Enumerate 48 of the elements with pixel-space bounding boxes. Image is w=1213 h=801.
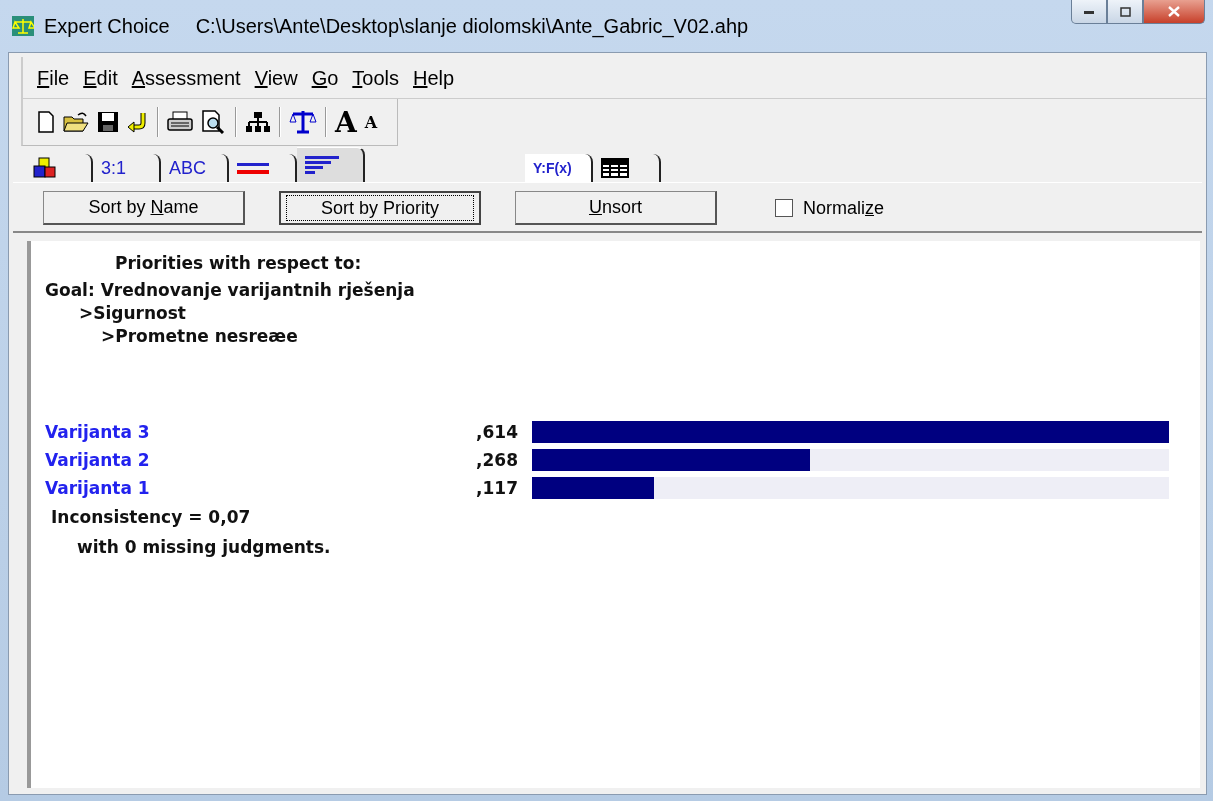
menu-item[interactable]: Go (311, 67, 339, 90)
alternative-name: Varijanta 1 (45, 478, 151, 498)
normalize-checkbox[interactable]: Normalize (775, 197, 885, 219)
menu-item[interactable]: Tools (352, 67, 400, 90)
menu-item[interactable]: File (37, 67, 70, 90)
priority-value: ,268 (475, 450, 518, 470)
view-tab[interactable]: 3:1 (93, 154, 161, 182)
priorities-heading: Priorities with respect to: (114, 253, 363, 273)
alternative-name: Varijanta 2 (45, 450, 151, 470)
alternative-name: Varijanta 3 (45, 422, 151, 442)
inconsistency-text: Inconsistency = 0,07 (50, 506, 252, 529)
printer-icon[interactable] (167, 111, 193, 133)
hierarchy-path-line: Goal: Vrednovanje varijantnih rješenja (45, 279, 416, 302)
minimize-icon (1084, 9, 1094, 14)
menu-item[interactable]: View (254, 67, 298, 90)
maximize-icon (1119, 6, 1131, 17)
view-tab[interactable]: Y:F(x) (525, 154, 593, 182)
hierarchy-path-line: >Sigurnost (78, 302, 187, 325)
scale-icon[interactable] (289, 110, 317, 134)
priority-value: ,614 (475, 422, 518, 442)
menu-item[interactable]: Assessment (131, 67, 241, 90)
blocks-icon (33, 157, 57, 179)
maximize-button[interactable] (1107, 0, 1143, 24)
view-tab[interactable]: ABC (161, 154, 229, 182)
file-path: C:\Users\Ante\Desktop\slanje diolomski\Ante_Gabric_V02.ahp (195, 14, 749, 38)
missing-judgments-text: with 0 missing judgments. (76, 536, 332, 559)
menu-item[interactable]: Help (413, 67, 455, 90)
close-button[interactable] (1143, 0, 1205, 24)
sorted-bars-icon (305, 156, 339, 174)
menu-item[interactable]: Edit (83, 67, 118, 90)
priority-value: ,117 (475, 478, 518, 498)
minimize-button[interactable] (1071, 0, 1107, 24)
close-icon (1168, 6, 1180, 17)
sort-button[interactable]: Sort by Priority (279, 191, 481, 225)
sort-button[interactable]: Unsort (515, 191, 717, 225)
print-preview-icon[interactable] (201, 110, 227, 134)
new-document-icon[interactable] (37, 111, 55, 133)
increase-font-button[interactable]: A (335, 105, 357, 139)
sort-button[interactable]: Sort by Name (43, 191, 245, 225)
hierarchy-icon[interactable] (245, 111, 271, 133)
table-icon (601, 158, 629, 178)
equal-bars-icon (237, 160, 269, 176)
decrease-font-button[interactable]: A (364, 112, 378, 132)
hierarchy-path-line: >Prometne nesreæe (100, 325, 299, 348)
scale-icon (12, 16, 34, 36)
return-arrow-icon[interactable] (127, 111, 149, 133)
app-title: Expert Choice (44, 14, 170, 38)
folder-icon[interactable] (63, 111, 89, 133)
